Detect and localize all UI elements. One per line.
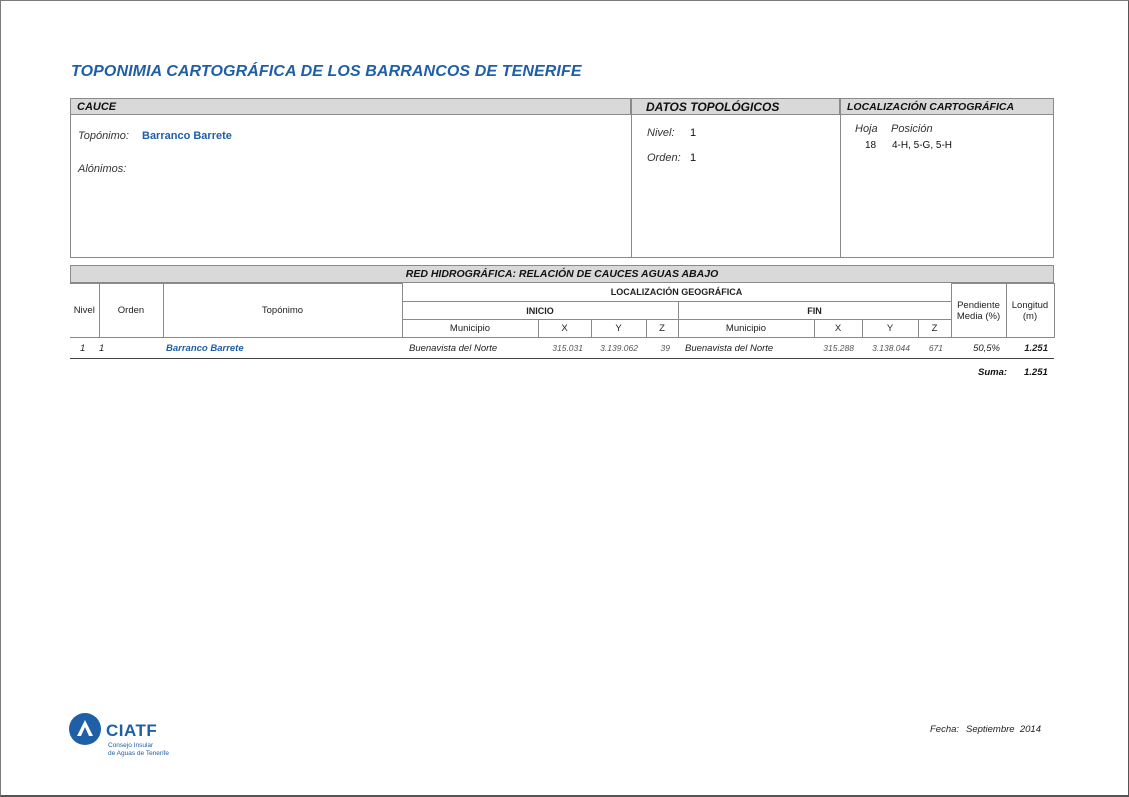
row-longitud: 1.251	[1006, 337, 1054, 359]
nivel-label: Nivel:	[647, 127, 675, 139]
row-fin-municipio: Buenavista del Norte	[678, 337, 814, 359]
col-pendiente-header: Pendiente Media (%)	[950, 283, 1007, 338]
localizacion-cartografica-panel: Hoja Posición 18 4-H, 5-G, 5-H	[840, 115, 1054, 258]
col-inicio-header: INICIO	[401, 301, 679, 320]
row-inicio-x: 315.031	[538, 337, 591, 359]
col-inicio-y-header: Y	[590, 319, 647, 338]
table-row: 1 1 Barranco Barrete Buenavista del Nort…	[70, 337, 1054, 359]
hoja-value: 18	[865, 140, 877, 151]
hoja-label: Hoja	[855, 123, 878, 135]
row-toponimo-link[interactable]: Barranco Barrete	[163, 337, 402, 359]
col-fin-x-header: X	[813, 319, 863, 338]
row-inicio-z: 39	[646, 337, 678, 359]
col-inicio-municipio-header: Municipio	[401, 319, 539, 338]
ciatf-logo-icon	[69, 713, 101, 745]
fecha-label: Fecha:	[930, 724, 960, 735]
cauce-header: CAUCE	[70, 98, 631, 115]
datos-topologicos-panel: Nivel: 1 Orden: 1	[631, 115, 840, 258]
row-nivel: 1	[70, 337, 99, 359]
orden-label: Orden:	[647, 152, 681, 164]
row-inicio-y: 3.139.062	[591, 337, 646, 359]
row-orden: 1	[99, 337, 163, 359]
row-fin-x: 315.288	[814, 337, 862, 359]
col-fin-z-header: Z	[917, 319, 952, 338]
col-fin-municipio-header: Municipio	[677, 319, 815, 338]
red-hidrografica-table: Nivel Orden Topónimo LOCALIZACIÓN GEOGRÁ…	[70, 283, 1055, 359]
col-orden-header: Orden	[98, 283, 164, 338]
col-inicio-z-header: Z	[645, 319, 679, 338]
summary-block: CAUCE DATOS TOPOLÓGICOS LOCALIZACIÓN CAR…	[70, 98, 1054, 258]
logo-wordmark: CIATF	[106, 721, 158, 740]
orden-value: 1	[690, 152, 697, 164]
col-fin-y-header: Y	[861, 319, 919, 338]
row-inicio-municipio: Buenavista del Norte	[402, 337, 538, 359]
fecha-value: Septiembre 2014	[966, 724, 1041, 735]
toponimo-value: Barranco Barrete	[142, 130, 232, 142]
col-inicio-x-header: X	[537, 319, 592, 338]
col-nivel-header: Nivel	[70, 283, 100, 338]
cauce-panel: Topónimo: Barranco Barrete Alónimos:	[70, 115, 631, 258]
col-localizacion-geografica-header: LOCALIZACIÓN GEOGRÁFICA	[401, 283, 952, 302]
red-hidrografica-header: RED HIDROGRÁFICA: RELACIÓN DE CAUCES AGU…	[70, 265, 1054, 283]
posicion-label: Posición	[891, 123, 933, 135]
alonimos-label: Alónimos:	[78, 163, 127, 175]
posicion-value: 4-H, 5-G, 5-H	[892, 140, 953, 151]
logo-subtitle: Consejo Insular de Aguas de Tenerife	[108, 742, 169, 758]
row-pendiente: 50,5%	[951, 337, 1006, 359]
localizacion-cartografica-header: LOCALIZACIÓN CARTOGRÁFICA	[840, 98, 1054, 115]
col-fin-header: FIN	[677, 301, 952, 320]
document-title: TOPONIMIA CARTOGRÁFICA DE LOS BARRANCOS …	[71, 63, 582, 80]
suma-label: Suma:	[978, 367, 1008, 378]
col-longitud-header: Longitud (m)	[1005, 283, 1055, 338]
suma-value: 1.251	[1024, 367, 1048, 378]
col-toponimo-header: Topónimo	[162, 283, 403, 338]
row-fin-y: 3.138.044	[862, 337, 918, 359]
logo-subtitle-line-2: de Aguas de Tenerife	[108, 750, 169, 757]
datos-topologicos-header: DATOS TOPOLÓGICOS	[631, 98, 840, 115]
nivel-value: 1	[690, 127, 697, 139]
logo-subtitle-line-1: Consejo Insular	[108, 742, 154, 749]
toponimo-label: Topónimo:	[78, 130, 129, 142]
row-fin-z: 671	[918, 337, 951, 359]
